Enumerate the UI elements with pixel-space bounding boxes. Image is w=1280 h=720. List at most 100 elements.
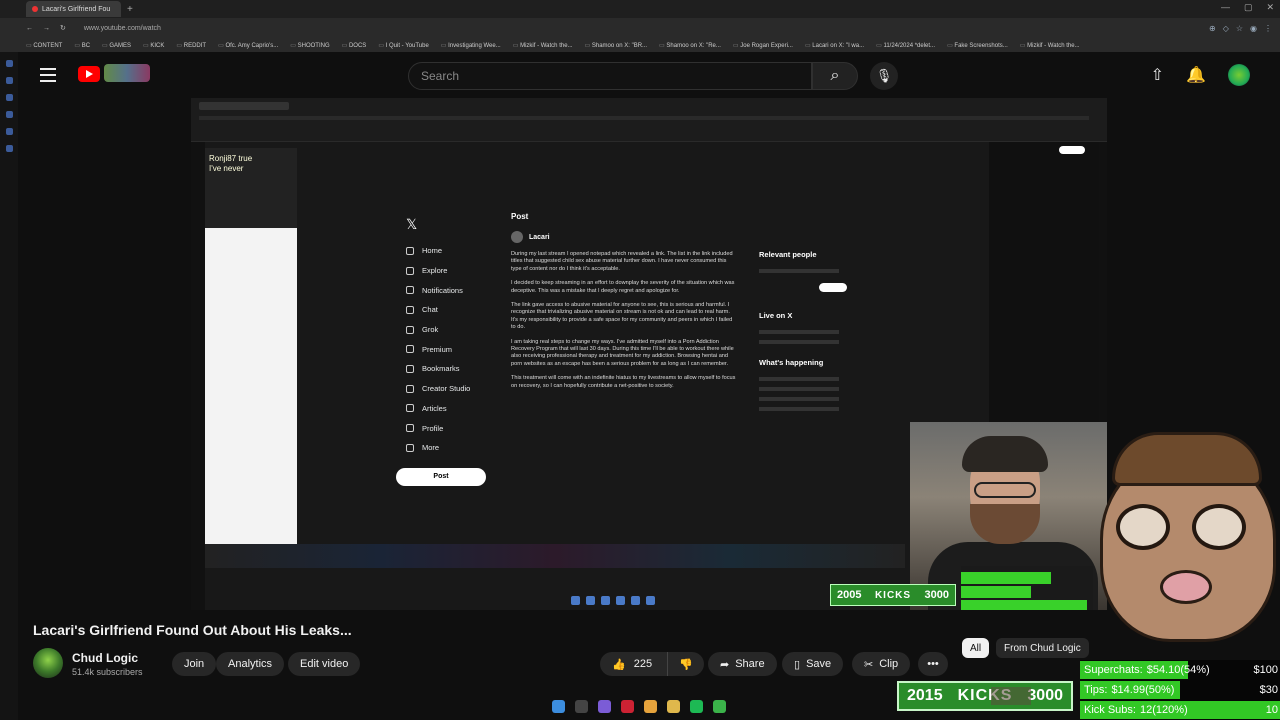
x-nav-label: More — [422, 443, 440, 453]
hamburger-menu-icon[interactable] — [40, 68, 56, 82]
x-nav-item[interactable]: Profile — [396, 418, 506, 438]
like-dislike-group: 👍 225 👎 — [600, 652, 704, 676]
supers-label: Superchats: — [1084, 664, 1143, 676]
x-nav-item[interactable]: Premium — [396, 339, 506, 359]
channel-name[interactable]: Chud Logic — [72, 651, 138, 665]
extensions-bar: ⊕ ◇ ☆ ◉ ⋮ — [1209, 24, 1272, 33]
microphone-icon[interactable]: 🎙 — [870, 62, 898, 90]
x-post-button[interactable]: Post — [396, 467, 486, 486]
chip-all[interactable]: All — [962, 638, 990, 658]
browser-icon[interactable] — [644, 700, 657, 713]
follow-button[interactable] — [819, 283, 847, 292]
bookmark-item[interactable]: Investigating Wee... — [441, 42, 501, 49]
x-nav-icon — [406, 443, 414, 452]
search-icon[interactable]: ⌕ — [812, 62, 858, 90]
bookmark-item[interactable]: Ofc. Amy Caprio's... — [218, 42, 278, 49]
youtube-header: Search ⌕ 🎙 ⇧ 🔔 — [18, 52, 1280, 98]
bookmark-item[interactable]: BC — [74, 42, 90, 49]
discord-icon[interactable] — [598, 700, 611, 713]
nested-browser-bar — [191, 98, 1107, 142]
bookmark-item[interactable]: Lacari on X: "I wa... — [805, 42, 864, 49]
dislike-button[interactable]: 👎 — [668, 658, 704, 671]
bookmark-item[interactable]: I Quit - YouTube — [378, 42, 429, 49]
bookmark-item[interactable]: DOCS — [342, 42, 366, 49]
zoom-icon[interactable]: ⊕ — [1209, 24, 1216, 33]
bookmark-item[interactable]: Shamoo on X: "Re... — [659, 42, 721, 49]
live-on-x-heading: Live on X — [759, 311, 793, 320]
share-button[interactable]: ➦ Share — [708, 652, 777, 676]
more-actions-button[interactable]: ••• — [918, 652, 948, 676]
spotify-icon[interactable] — [690, 700, 703, 713]
sidebar-app-icon[interactable] — [5, 77, 13, 84]
x-nav-item[interactable]: Bookmarks — [396, 359, 506, 379]
embedded-kicks-counter: 2005 KICKS 3000 — [830, 584, 956, 606]
youtube-logo[interactable] — [78, 66, 100, 82]
x-nav-item[interactable]: Articles — [396, 399, 506, 419]
save-button[interactable]: ▯ Save — [782, 652, 844, 676]
channel-avatar[interactable] — [33, 648, 63, 678]
video-player[interactable]: Ronji87 true I've never 𝕏 Home Explore Noti… — [191, 98, 1107, 610]
sidebar-app-icon[interactable] — [5, 60, 13, 67]
folder-icon[interactable] — [667, 700, 680, 713]
supers-value: $54.10(54%) — [1146, 664, 1210, 676]
join-button[interactable]: Join — [172, 652, 217, 676]
x-nav-item[interactable]: Notifications — [396, 280, 506, 300]
like-button[interactable]: 👍 225 — [600, 652, 668, 676]
menu-dots-icon[interactable]: ⋮ — [1264, 24, 1272, 33]
bookmark-item[interactable]: GAMES — [102, 42, 131, 49]
url-field[interactable]: www.youtube.com/watch — [84, 25, 161, 32]
placeholder-line — [759, 387, 839, 391]
post-paragraph: This treatment will come with an indefin… — [511, 375, 736, 389]
sidebar-app-icon[interactable] — [5, 128, 13, 135]
extension-icon[interactable]: ◇ — [1223, 24, 1229, 33]
bookmark-item[interactable]: Mizkif - Watch the... — [1020, 42, 1079, 49]
x-nav-item[interactable]: Creator Studio — [396, 379, 506, 399]
obs-icon[interactable] — [621, 700, 634, 713]
x-nav-item[interactable]: More — [396, 438, 506, 458]
windows-start-icon[interactable] — [552, 700, 565, 713]
sidebar-app-icon[interactable] — [5, 94, 13, 101]
chip-from-channel[interactable]: From Chud Logic — [996, 638, 1089, 658]
x-nav-icon — [406, 345, 414, 354]
bookmark-item[interactable]: Mizkif - Watch the... — [513, 42, 572, 49]
reload-icon[interactable]: ↻ — [60, 24, 66, 32]
clip-label: Clip — [879, 658, 899, 670]
maximize-icon[interactable]: ▢ — [1244, 2, 1253, 13]
x-nav-item[interactable]: Explore — [396, 261, 506, 281]
app-icon[interactable] — [713, 700, 726, 713]
bookmark-star-icon[interactable]: ☆ — [1236, 24, 1243, 33]
upload-icon[interactable]: ⇧ — [1151, 65, 1164, 85]
forward-icon[interactable]: → — [43, 25, 50, 32]
address-bar: ← → ↻ www.youtube.com/watch ⊕ ◇ ☆ ◉ ⋮ — [0, 18, 1280, 38]
search-taskbar-icon[interactable] — [575, 700, 588, 713]
close-icon[interactable]: ✕ — [1266, 2, 1274, 13]
bookmark-item[interactable]: Joe Rogan Experi... — [733, 42, 793, 49]
placeholder-line — [759, 377, 839, 381]
account-avatar[interactable] — [1228, 64, 1250, 86]
bookmark-item[interactable]: Shamoo on X: "BR... — [585, 42, 647, 49]
bookmark-item[interactable]: CONTENT — [26, 42, 62, 49]
bookmark-item[interactable]: 11/24/2024 *delet... — [876, 42, 935, 49]
sidebar-app-icon[interactable] — [5, 111, 13, 118]
notifications-bell-icon[interactable]: 🔔 — [1186, 65, 1206, 85]
sidebar-app-icon[interactable] — [5, 145, 13, 152]
bookmark-item[interactable]: Fake Screenshots... — [947, 42, 1007, 49]
edit-video-button[interactable]: Edit video — [288, 652, 361, 676]
minimize-icon[interactable]: — — [1221, 2, 1230, 13]
analytics-button[interactable]: Analytics — [216, 652, 285, 676]
placeholder-line — [759, 330, 839, 334]
bookmark-item[interactable]: SHOOTING — [290, 42, 330, 49]
bookmark-item[interactable]: KICK — [143, 42, 164, 49]
profile-icon[interactable]: ◉ — [1250, 24, 1257, 33]
supers-goals-panel: Superchats: $54.10(54%) $100 Tips: $14.99(50… — [1080, 660, 1280, 720]
new-tab-icon[interactable]: + — [127, 4, 133, 15]
supers-goal: 10 — [1265, 704, 1278, 716]
browser-tab[interactable]: Lacari's Girlfriend Fou — [26, 1, 121, 17]
back-icon[interactable]: ← — [26, 25, 33, 32]
search-input[interactable]: Search — [408, 62, 812, 90]
clip-button[interactable]: ✂ Clip — [852, 652, 911, 676]
x-nav-item[interactable]: Grok — [396, 320, 506, 340]
x-nav-item[interactable]: Home — [396, 241, 506, 261]
x-nav-item[interactable]: Chat — [396, 300, 506, 320]
bookmark-item[interactable]: REDDIT — [176, 42, 206, 49]
